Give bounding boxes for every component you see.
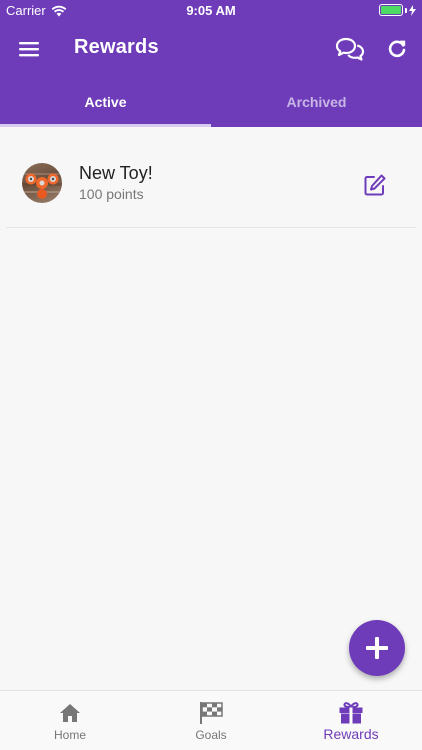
tab-bar: Active Archived <box>0 76 422 127</box>
menu-icon <box>19 42 39 57</box>
home-icon <box>60 704 80 722</box>
gift-icon <box>339 702 363 724</box>
plus-icon <box>366 637 388 659</box>
nav-item-rewards[interactable]: Rewards <box>281 691 421 750</box>
nav-item-home[interactable]: Home <box>0 691 140 750</box>
tab-indicator <box>0 124 211 127</box>
tab-active[interactable]: Active <box>0 76 211 127</box>
reward-title: New Toy! <box>79 163 153 183</box>
fidget-spinner-photo <box>22 173 62 199</box>
menu-button[interactable] <box>12 34 46 64</box>
edit-icon <box>364 174 386 196</box>
reward-points: 100 points <box>79 186 144 202</box>
tab-archived-label: Archived <box>286 93 347 110</box>
nav-label-home: Home <box>53 728 86 742</box>
add-reward-button[interactable] <box>349 620 405 676</box>
reward-avatar <box>22 163 62 203</box>
chat-icon <box>335 37 365 61</box>
edit-button[interactable] <box>362 172 388 198</box>
checkered-flag-icon <box>200 702 223 724</box>
nav-label-goals: Goals <box>195 728 227 742</box>
tab-archived[interactable]: Archived <box>211 76 422 127</box>
charging-bolt-icon <box>409 4 416 16</box>
nav-item-goals[interactable]: Goals <box>141 691 281 750</box>
refresh-icon <box>388 40 406 58</box>
page-title: Rewards <box>74 36 159 58</box>
nav-label-rewards: Rewards <box>323 726 379 742</box>
status-time: 9:05 AM <box>186 3 236 18</box>
app-bar: Rewards <box>0 22 422 76</box>
bottom-nav: Home Goals Rewards <box>0 690 422 750</box>
chat-button[interactable] <box>332 34 368 64</box>
tab-active-label: Active <box>84 93 127 110</box>
status-bar: Carrier 9:05 AM <box>0 0 422 22</box>
refresh-button[interactable] <box>382 34 412 64</box>
battery-icon <box>379 4 416 16</box>
list-item[interactable]: New Toy! 100 points <box>6 140 416 228</box>
